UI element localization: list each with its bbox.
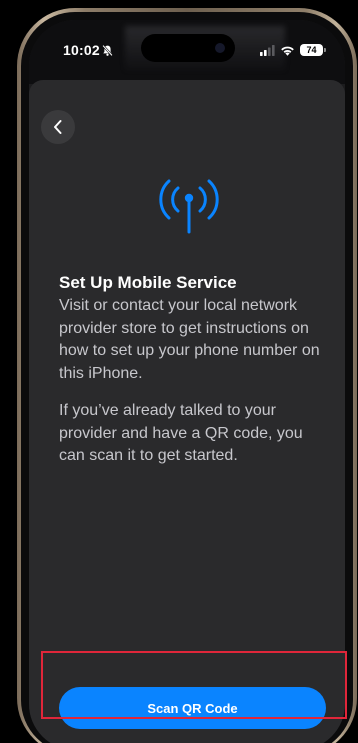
wifi-icon: [281, 46, 294, 56]
phone-screen: 10:02 74 Set Up Mobile Service Visit or …: [29, 20, 345, 743]
cellular-signal-icon: [260, 44, 275, 56]
scan-qr-code-button[interactable]: Scan QR Code: [59, 687, 326, 729]
stage: 10:02 74 Set Up Mobile Service Visit or …: [0, 0, 358, 743]
battery-level: 74: [306, 45, 317, 55]
camera-icon: [215, 43, 225, 53]
instructions-text: Visit or contact your local network prov…: [59, 297, 320, 382]
page-title: Set Up Mobile Service: [59, 273, 237, 292]
back-button[interactable]: [41, 110, 75, 144]
antenna-radiowaves-icon: [159, 179, 219, 234]
status-time: 10:02: [63, 42, 100, 58]
chevron-left-icon: [54, 120, 62, 134]
battery-icon: 74: [300, 44, 326, 56]
dynamic-island: [141, 34, 235, 62]
status-indicators: 74: [260, 44, 326, 56]
bell-slash-icon: [102, 44, 113, 57]
qr-hint-text: If you’ve already talked to your provide…: [59, 402, 303, 464]
setup-sheet: Set Up Mobile Service Visit or contact y…: [29, 80, 345, 743]
status-bar: 10:02 74: [29, 20, 345, 84]
